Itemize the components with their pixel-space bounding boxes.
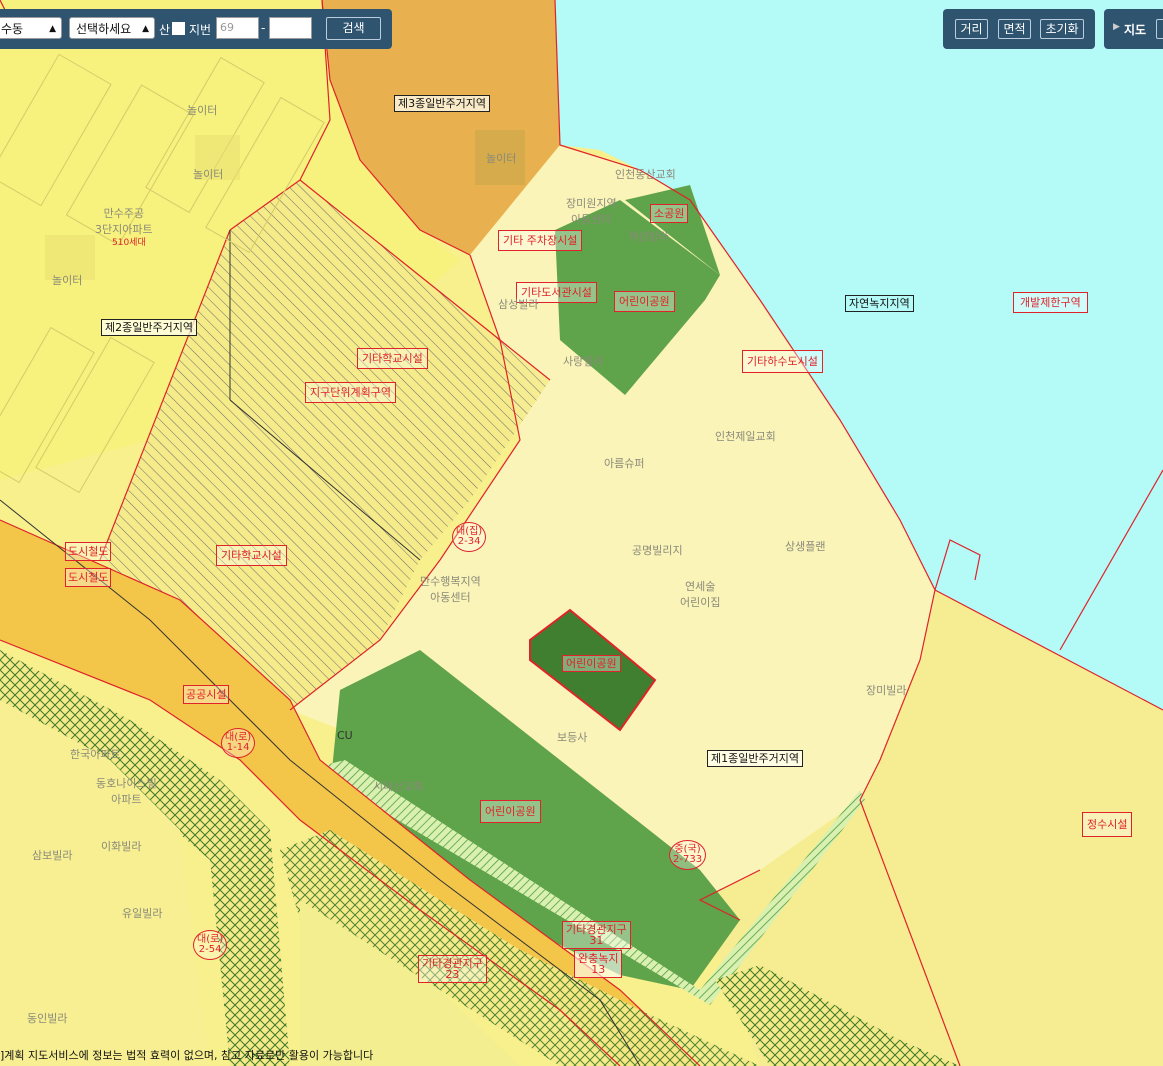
select-arrow-icon-2: ▲ [142, 24, 149, 34]
disclaimer-footer: ]계획 지도서비스에 정보는 법적 효력이 없으며, 참고 자료로만 활용이 가… [0, 1049, 374, 1062]
dong-select[interactable]: 수동 ▲ [0, 17, 62, 39]
place-samsung-villa: 삼성빌라 [498, 298, 539, 311]
reset-button[interactable]: 초기화 [1040, 19, 1084, 39]
place-church-3: 시내산교회 [373, 780, 424, 793]
place-gongmyeong-villa: 공명빌리지 [632, 544, 683, 557]
jibun-select-value: 선택하세요 [76, 22, 132, 36]
dong-select-value: 수동 [1, 22, 24, 36]
buffer-num: 13 [591, 963, 606, 976]
zone-label-kids-park-1: 어린이공원 [614, 291, 675, 312]
jibun-dash: - [261, 21, 266, 35]
zone-label-school-1: 기타학교시설 [357, 348, 428, 369]
zone-label-zone1: 제1종일반주거지역 [707, 750, 803, 767]
search-button[interactable]: 검색 [326, 17, 381, 40]
zone-label-parking: 기타 주차장시설 [498, 230, 583, 251]
zone-label-city-road-1: 도시철도 [65, 542, 112, 561]
place-apt-complex: 만수주공 3단지아파트 [95, 207, 153, 236]
place-dongin-villa: 동인빌라 [27, 1012, 68, 1025]
place-church-1: 인천동산교회 [615, 168, 676, 181]
map-toggle-button[interactable] [1156, 19, 1163, 39]
distance-button[interactable]: 거리 [955, 19, 988, 39]
road-badge-3-num: 2-733 [673, 854, 703, 865]
measure-toolbar: 거리 면적 초기화 [943, 9, 1095, 49]
zone-label-scenic: 기타경관지구 23 [418, 955, 487, 983]
zone-label-district-plan: 지구단위계획구역 [305, 382, 396, 403]
place-korea-apt: 한국아파트 [70, 748, 121, 761]
zone-label-sewer: 기타하수도시설 [742, 350, 823, 373]
san-checkbox[interactable] [172, 22, 185, 35]
road-badge-2-num: 1-14 [226, 742, 250, 753]
place-playground-3: 놀이터 [52, 274, 83, 287]
road-badge-4-num: 2-54 [198, 944, 222, 955]
zone-label-natural-green: 자연녹지지역 [845, 295, 914, 312]
place-samboh-villa: 삼보빌라 [32, 849, 73, 862]
zone-label-development-restriction: 개발제한구역 [1013, 292, 1088, 313]
place-ihwa-villa: 이화빌라 [101, 840, 142, 853]
zone-label-public-facility: 공공시설 [183, 685, 230, 704]
jibun-main-input[interactable]: 69 [216, 17, 259, 39]
zone-label-kids-park-3: 어린이공원 [480, 800, 541, 823]
place-yeonsesul: 연세술 어린이집 [680, 580, 721, 609]
zone-label-water-facility: 정수시설 [1082, 812, 1133, 837]
zone-label-school-2: 기타학교시설 [216, 545, 287, 566]
area-button[interactable]: 면적 [998, 19, 1031, 39]
road-badge-4: 대(로) 2-54 [193, 930, 228, 960]
place-manshu-center: 만수행복지역 아동센터 [420, 575, 481, 604]
place-yuil-villa: 유일빌라 [122, 907, 163, 920]
zone-label-small-park: 소공원 [650, 204, 689, 223]
san-label: 산 [159, 23, 171, 37]
place-church-2: 인천제일교회 [715, 430, 776, 443]
map-toggle-toolbar: ▶ 지도 [1104, 9, 1163, 49]
place-jangmi-villa: 장미빌라 [866, 684, 907, 697]
zone-label-city-road-2: 도시철도 [65, 568, 112, 587]
jibun-select[interactable]: 선택하세요 ▲ [69, 17, 155, 39]
search-toolbar: 수동 ▲ 선택하세요 ▲ 산 지번 69 - 검색 [0, 9, 392, 49]
place-apt-units: 510세대 [112, 238, 146, 248]
caret-right-icon: ▶ [1113, 22, 1120, 32]
place-arum-super: 아름슈퍼 [604, 457, 645, 470]
zone-label-zone3: 제3종일반주거지역 [394, 95, 490, 112]
place-haesung-villa: 해성빌라 [628, 230, 669, 243]
zone-label-zone2: 제2종일반주거지역 [101, 319, 197, 336]
scenic2-num: 31 [589, 934, 604, 947]
zone-label-buffer: 완충녹지 13 [574, 950, 623, 978]
place-playground-1: 놀이터 [187, 104, 218, 117]
place-cu: CU [337, 729, 353, 742]
place-sangsaeng: 상생플랜 [785, 540, 826, 553]
road-badge-1-num: 2-34 [457, 536, 481, 547]
road-badge-2: 대(로) 1-14 [221, 728, 256, 758]
select-arrow-icon: ▲ [49, 24, 56, 34]
place-rose-center: 장미원지역 아동센터 [566, 197, 617, 226]
place-playground-2: 놀이터 [193, 168, 224, 181]
place-playground-4: 놀이터 [486, 152, 517, 165]
map-toggle-label[interactable]: 지도 [1124, 21, 1146, 38]
zone-label-scenic-2: 기타경관지구 31 [562, 921, 631, 949]
place-donghonara: 동호나이스빌 아파트 [96, 777, 157, 806]
road-badge-1: 대(집) 2-34 [452, 522, 487, 552]
scenic-num: 23 [445, 968, 460, 981]
zone-label-kids-park-2: 어린이공원 [562, 655, 621, 672]
jibun-label: 지번 [189, 23, 212, 37]
jibun-sub-input[interactable] [269, 17, 312, 39]
place-bodeungsa: 보등사 [557, 731, 588, 744]
map-canvas[interactable] [0, 0, 1163, 1066]
road-badge-3: 중(국) 2-733 [669, 840, 707, 870]
place-sarang-villa: 사랑빌라 [563, 355, 604, 368]
